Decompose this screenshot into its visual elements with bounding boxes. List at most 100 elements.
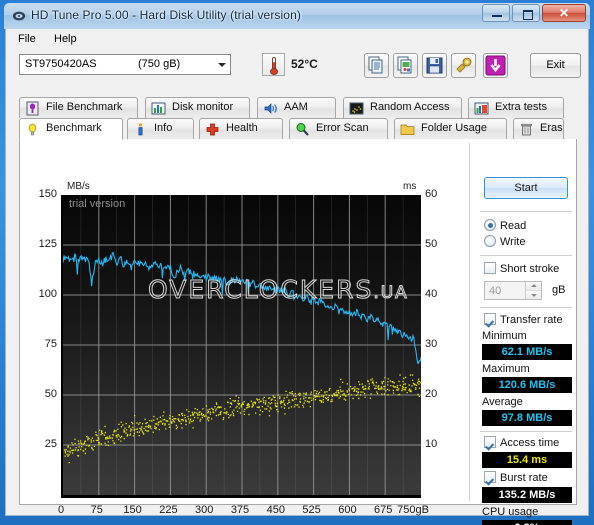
minimize-icon <box>492 15 502 17</box>
divider <box>480 211 572 212</box>
tab-disk-monitor[interactable]: Disk monitor <box>145 97 250 118</box>
tab-erase[interactable]: Erase <box>513 118 564 139</box>
burst-rate-value: 135.2 MB/s <box>482 487 572 503</box>
checkbox-access-time[interactable]: Access time <box>484 436 559 449</box>
short-stroke-unit-label: gB <box>552 284 566 296</box>
thermometer-bulb-icon <box>270 68 278 75</box>
trial-version-note: trial version <box>69 198 126 210</box>
maximize-button[interactable] <box>512 4 540 22</box>
copy-image-icon <box>397 56 412 74</box>
stepper-buttons[interactable] <box>525 282 541 299</box>
y-tick-label: 150 <box>38 188 57 200</box>
x-tick-label: 0 <box>57 504 65 516</box>
hdtune-logo-icon <box>12 11 26 21</box>
erase-trash-icon <box>521 123 532 136</box>
options-icon <box>456 57 472 73</box>
maximum-value: 120.6 MB/s <box>482 377 572 393</box>
y-tick-label: 25 <box>44 438 57 450</box>
short-stroke-value: 40 <box>489 285 502 297</box>
short-stroke-stepper[interactable]: 40 <box>484 281 542 300</box>
minimum-label: Minimum <box>482 330 527 342</box>
y2-tick-label: 40 <box>425 288 438 300</box>
average-value: 97.8 MB/s <box>482 410 572 426</box>
y2-tick-label: 30 <box>425 338 438 350</box>
checkbox-burst-rate[interactable]: Burst rate <box>484 471 548 484</box>
minimum-value: 62.1 MB/s <box>482 344 572 360</box>
short-stroke-checkbox-icon <box>484 262 496 274</box>
title-bar: HD Tune Pro 5.00 - Hard Disk Utility (tr… <box>4 3 590 29</box>
radio-read-icon <box>484 219 496 231</box>
temperature-value: 52°C <box>291 57 318 71</box>
tab-benchmark[interactable]: Benchmark <box>19 118 123 140</box>
stepper-down-icon[interactable] <box>526 291 541 299</box>
temperature-indicator <box>262 53 285 76</box>
average-label: Average <box>482 396 523 408</box>
radio-read[interactable]: Read <box>484 219 526 232</box>
tab-aam[interactable]: AAM <box>257 97 336 118</box>
access-time-value: 15.4 ms <box>482 452 572 468</box>
info-icon <box>138 123 143 136</box>
panel-divider <box>469 143 470 501</box>
plot-svg <box>63 195 421 495</box>
exit-button[interactable]: Exit <box>530 53 581 78</box>
maximize-icon <box>523 10 533 20</box>
x-tick-label: 375 <box>230 504 250 516</box>
chevron-down-icon <box>218 63 226 67</box>
benchmark-panel: OVERCLOCKERS.UA MB/s ms trial version 25… <box>19 139 578 525</box>
divider <box>480 255 572 256</box>
benchmark-bulb-icon <box>28 123 37 136</box>
cpu-usage-value: 0.8% <box>482 520 572 525</box>
close-button[interactable]: ✕ <box>542 4 586 22</box>
tab-info[interactable]: Info <box>127 118 194 139</box>
tab-label: Random Access <box>370 101 450 113</box>
y2-axis-unit-label: ms <box>403 181 417 192</box>
y-tick-label: 75 <box>44 338 57 350</box>
tab-label: AAM <box>284 101 308 113</box>
drive-select[interactable]: ST9750420AS (750 gB) <box>19 54 231 75</box>
divider <box>480 307 572 308</box>
stepper-up-icon[interactable] <box>526 282 541 291</box>
checkbox-short-stroke[interactable]: Short stroke <box>484 262 559 275</box>
folder-usage-icon <box>400 124 415 135</box>
transfer-rate-label: Transfer rate <box>500 314 563 326</box>
radio-write-label: Write <box>500 236 526 248</box>
save-button[interactable] <box>422 53 447 78</box>
controls-pane: Start Read Write Short stroke 40 gB Tran… <box>472 139 578 525</box>
minimize-button[interactable] <box>482 4 510 22</box>
hd-tune-window: HD Tune Pro 5.00 - Hard Disk Utility (tr… <box>0 0 594 525</box>
tab-label: Extra tests <box>495 101 547 113</box>
start-label: Start <box>514 182 538 194</box>
tab-folder-usage[interactable]: Folder Usage <box>394 118 507 139</box>
tab-error-scan[interactable]: Error Scan <box>289 118 388 139</box>
tab-extra-tests[interactable]: Extra tests <box>468 97 564 118</box>
tab-file-benchmark[interactable]: File Benchmark <box>19 97 138 118</box>
x-tick-label: 450 <box>266 504 285 516</box>
y-tick-label: 125 <box>38 238 57 250</box>
tab-label: Folder Usage <box>421 122 488 134</box>
radio-write[interactable]: Write <box>484 235 525 248</box>
copy-image-button[interactable] <box>393 53 418 78</box>
drive-name-label: ST9750420AS <box>25 58 97 70</box>
menu-item-file[interactable]: File <box>14 32 40 46</box>
tab-label: Benchmark <box>46 122 102 134</box>
menu-item-help[interactable]: Help <box>50 32 81 46</box>
copy-button[interactable] <box>364 53 389 78</box>
file-benchmark-icon <box>26 101 39 116</box>
x-tick-label: 750gB <box>397 504 429 516</box>
tab-health[interactable]: Health <box>199 118 283 139</box>
tab-label: Erase <box>540 122 563 134</box>
radio-read-label: Read <box>500 220 527 232</box>
disk-monitor-icon <box>151 102 166 115</box>
tab-random-access[interactable]: Random Access <box>343 97 462 118</box>
checkbox-transfer-rate[interactable]: Transfer rate <box>484 313 563 326</box>
y-tick-label: 50 <box>44 388 57 400</box>
y-tick-label: 100 <box>38 288 57 300</box>
tab-row-lower: Benchmark Info Health Error Scan Folder … <box>6 118 588 140</box>
short-stroke-label: Short stroke <box>500 263 560 275</box>
start-button[interactable]: Start <box>484 177 568 199</box>
tab-label: Disk monitor <box>172 101 234 113</box>
y-axis-unit-label: MB/s <box>67 181 90 192</box>
benchmark-chart: OVERCLOCKERS.UA MB/s ms trial version 25… <box>20 139 470 516</box>
download-button[interactable] <box>483 53 508 78</box>
options-button[interactable] <box>451 53 476 78</box>
